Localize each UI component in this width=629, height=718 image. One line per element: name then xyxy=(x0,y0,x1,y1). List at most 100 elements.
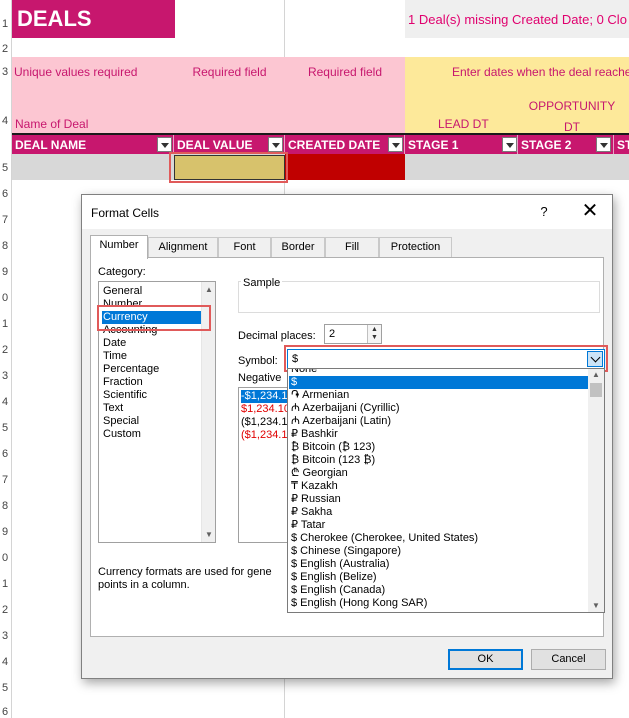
category-item[interactable]: Text xyxy=(102,402,123,415)
table-header-row: DEAL NAME DEAL VALUE CREATED DATE STAGE … xyxy=(12,133,629,154)
symbol-option[interactable]: $ English (Canada) xyxy=(289,584,590,597)
tab-protection[interactable]: Protection xyxy=(379,237,452,258)
row-number[interactable]: 4 xyxy=(0,115,12,127)
row-number[interactable]: 0 xyxy=(0,552,12,564)
header-created-date[interactable]: CREATED DATE xyxy=(285,135,405,154)
symbol-option[interactable]: $ English (Australia) xyxy=(289,558,590,571)
note-required-deal-value[interactable]: Required field xyxy=(174,57,285,133)
tab-alignment[interactable]: Alignment xyxy=(148,237,218,258)
help-button[interactable]: ? xyxy=(534,203,554,223)
symbol-option[interactable]: $ Chinese (Singapore) xyxy=(289,545,590,558)
row-number[interactable]: 8 xyxy=(0,240,12,252)
filter-dropdown-icon[interactable] xyxy=(502,137,517,152)
selected-cell-highlight xyxy=(169,152,288,183)
symbol-option-selected[interactable]: $ xyxy=(289,376,590,389)
negative-number-item[interactable]: $1,234.10 xyxy=(241,403,287,416)
symbol-option[interactable]: None xyxy=(289,369,590,376)
row-number[interactable]: 7 xyxy=(0,474,12,486)
filter-dropdown-icon[interactable] xyxy=(388,137,403,152)
symbol-option[interactable]: ₼ Azerbaijani (Latin) xyxy=(289,415,590,428)
header-deal-name[interactable]: DEAL NAME xyxy=(12,135,174,154)
dialog-titlebar[interactable]: Format Cells ? ✕ xyxy=(82,195,612,229)
tab-number[interactable]: Number xyxy=(90,235,148,259)
row-number[interactable]: 1 xyxy=(0,18,12,30)
decimal-places-input[interactable]: 2 ▲ ▼ xyxy=(324,324,382,344)
row-number[interactable]: 7 xyxy=(0,214,12,226)
row-number[interactable]: 5 xyxy=(0,682,12,694)
sheet-title[interactable]: DEALS xyxy=(12,0,175,38)
decimal-places-label: Decimal places: xyxy=(238,330,316,342)
row-number[interactable]: 2 xyxy=(0,344,12,356)
format-cells-dialog: Format Cells ? ✕ Number Alignment Font B… xyxy=(81,194,613,679)
symbol-option[interactable]: ₿ Bitcoin (₿ 123) xyxy=(289,441,590,454)
note-enter-dates[interactable]: Enter dates when the deal reache OPPORTU… xyxy=(405,57,629,134)
row-number[interactable]: 3 xyxy=(0,370,12,382)
filter-dropdown-icon[interactable] xyxy=(596,137,611,152)
negative-number-item[interactable]: -$1,234.1 xyxy=(241,390,287,403)
scroll-down-icon[interactable]: ▼ xyxy=(205,530,213,539)
row-number[interactable]: 3 xyxy=(0,66,12,78)
symbol-option[interactable]: ₽ Russian xyxy=(289,493,590,506)
tab-border[interactable]: Border xyxy=(271,237,325,258)
symbol-option[interactable]: ₸ Kazakh xyxy=(289,480,590,493)
row-number[interactable]: 6 xyxy=(0,448,12,460)
scrollbar-thumb[interactable] xyxy=(590,383,602,397)
row-number[interactable]: 5 xyxy=(0,422,12,434)
row-number[interactable]: 4 xyxy=(0,656,12,668)
negative-number-item[interactable]: ($1,234.1 xyxy=(241,429,287,442)
symbol-dropdown-list[interactable]: None $ ֏ Armenian ₼ Azerbaijani (Cyrilli… xyxy=(287,368,605,613)
row-number[interactable]: 3 xyxy=(0,630,12,642)
row-number[interactable]: 5 xyxy=(0,162,12,174)
tab-font[interactable]: Font xyxy=(218,237,271,258)
decimal-spinner[interactable]: ▲ ▼ xyxy=(367,325,381,343)
row-number[interactable]: 4 xyxy=(0,396,12,408)
ok-button[interactable]: OK xyxy=(448,649,523,670)
symbol-option[interactable]: $ English (Belize) xyxy=(289,571,590,584)
header-stage-3[interactable]: ST xyxy=(614,135,629,154)
dropdown-scrollbar[interactable]: ▲ ▼ xyxy=(588,369,604,612)
negative-numbers-list[interactable]: -$1,234.1 $1,234.10 ($1,234.1 ($1,234.1 xyxy=(238,387,288,543)
category-item[interactable]: Custom xyxy=(102,428,141,441)
symbol-option[interactable]: ₽ Sakha xyxy=(289,506,590,519)
row-number[interactable]: 2 xyxy=(0,43,12,55)
created-date-cell[interactable] xyxy=(285,154,405,180)
symbol-option[interactable]: ₼ Azerbaijani (Cyrillic) xyxy=(289,402,590,415)
category-item[interactable]: Scientific xyxy=(102,389,147,402)
symbol-option[interactable]: ₿ Bitcoin (123 ₿) xyxy=(289,454,590,467)
category-item[interactable]: Fraction xyxy=(102,376,143,389)
name-of-deal-label: Name of Deal xyxy=(15,117,89,131)
cancel-button[interactable]: Cancel xyxy=(531,649,606,670)
row-number[interactable]: 1 xyxy=(0,318,12,330)
row-number[interactable]: 2 xyxy=(0,604,12,616)
symbol-option[interactable]: $ Cherokee (Cherokee, United States) xyxy=(289,532,590,545)
missing-date-message[interactable]: 1 Deal(s) missing Created Date; 0 Clo xyxy=(405,0,629,38)
row-number[interactable]: 1 xyxy=(0,578,12,590)
symbol-option[interactable]: $ English (Hong Kong SAR) xyxy=(289,597,590,610)
row-number[interactable]: 9 xyxy=(0,266,12,278)
row-number[interactable]: 6 xyxy=(0,188,12,200)
symbol-option[interactable]: ₾ Georgian xyxy=(289,467,590,480)
category-item[interactable]: Time xyxy=(102,350,127,363)
category-item[interactable]: General xyxy=(102,285,142,298)
category-item[interactable]: Percentage xyxy=(102,363,159,376)
row-number[interactable]: 8 xyxy=(0,500,12,512)
symbol-option[interactable]: ֏ Armenian xyxy=(289,389,590,402)
spin-down-icon[interactable]: ▼ xyxy=(371,334,378,341)
row-number[interactable]: 9 xyxy=(0,526,12,538)
scroll-up-icon[interactable]: ▲ xyxy=(592,370,600,379)
tab-fill[interactable]: Fill xyxy=(325,237,379,258)
filter-dropdown-icon[interactable] xyxy=(268,137,283,152)
category-item[interactable]: Date xyxy=(102,337,126,350)
filter-dropdown-icon[interactable] xyxy=(157,137,172,152)
spin-up-icon[interactable]: ▲ xyxy=(371,326,378,333)
scroll-down-icon[interactable]: ▼ xyxy=(592,601,600,610)
close-icon[interactable]: ✕ xyxy=(579,200,601,222)
negative-number-item[interactable]: ($1,234.1 xyxy=(241,416,287,429)
symbol-option[interactable]: ₽ Tatar xyxy=(289,519,590,532)
symbol-option[interactable]: ₽ Bashkir xyxy=(289,428,590,441)
row-number[interactable]: 6 xyxy=(0,706,12,718)
note-required-created-date[interactable]: Required field xyxy=(285,57,405,133)
row-number[interactable]: 0 xyxy=(0,292,12,304)
scroll-up-icon[interactable]: ▲ xyxy=(205,285,213,294)
category-item[interactable]: Special xyxy=(102,415,139,428)
